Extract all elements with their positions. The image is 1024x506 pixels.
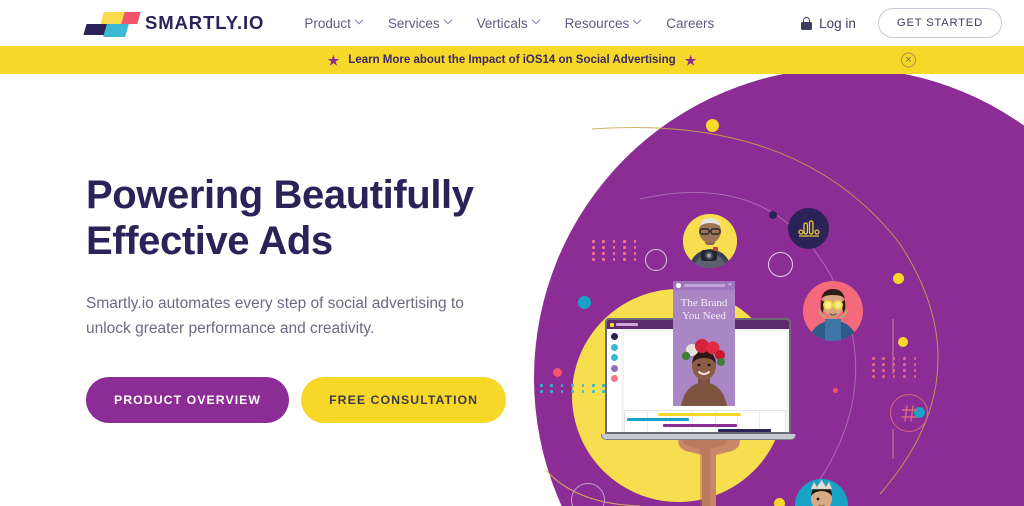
headline-line-1: Powering Beautifully (86, 173, 474, 217)
nav-label: Services (387, 15, 440, 31)
hero-copy: Powering Beautifully Effective Ads Smart… (86, 172, 507, 424)
timeline-bar-cyan (627, 418, 689, 422)
nav-label: Careers (666, 15, 715, 31)
nav-label: Product (304, 15, 351, 31)
bar-chart-badge (788, 208, 829, 249)
get-started-button[interactable]: GET STARTED (877, 8, 1002, 38)
decor-dot-pink-1 (553, 368, 562, 377)
sidebar-icon-2 (610, 343, 618, 351)
logo-shape-cyan (103, 24, 129, 37)
site-header: SMARTLY.IO Product Services Verticals Re… (0, 0, 1024, 46)
login-link[interactable]: Log in (801, 16, 856, 31)
decor-dot-yellow-3 (898, 337, 908, 347)
avatar-woman-lemons (803, 281, 863, 341)
ad-creative-card: ✕ The Brand You Need (673, 281, 735, 406)
logo-shape-pink (121, 12, 141, 24)
hero-subcopy: Smartly.io automates every step of socia… (86, 294, 464, 338)
hashtag-badge (890, 394, 928, 432)
header-actions: Log in GET STARTED (801, 8, 1002, 38)
timeline-bar-purple (662, 423, 738, 427)
dot-grid-cyan (540, 384, 609, 393)
close-icon[interactable]: ✕ (901, 52, 916, 68)
decor-ring-gray-2 (768, 252, 793, 277)
decor-dot-yellow-2 (893, 273, 904, 284)
nav-item-product[interactable]: Product (304, 15, 364, 31)
sidebar-icon-3 (610, 354, 618, 362)
hero-cta-row: PRODUCT OVERVIEW FREE CONSULTATION (86, 377, 507, 424)
hero-section: ✕ The Brand You Need Powering Beautifull… (0, 74, 1024, 506)
laptop-base (601, 434, 796, 440)
ad-header-line (684, 284, 725, 287)
promo-banner-text: Learn More about the Impact of iOS14 on … (348, 54, 676, 66)
ad-card-header: ✕ (673, 281, 735, 290)
timeline-bar-navy (717, 429, 772, 432)
decor-dot-navy-1 (769, 211, 777, 219)
dot-grid-pink-right (872, 357, 921, 378)
ad-avatar-dot (676, 283, 681, 288)
chevron-down-icon (531, 15, 540, 25)
login-label: Log in (819, 15, 856, 31)
smartly-logo-icon (83, 9, 141, 37)
nav-item-verticals[interactable]: Verticals (476, 15, 540, 31)
product-overview-button[interactable]: PRODUCT OVERVIEW (86, 377, 290, 424)
ad-close-icon: ✕ (727, 282, 732, 288)
star-icon-left: ★ (327, 52, 340, 68)
promo-banner-link[interactable]: ★ Learn More about the Impact of iOS14 o… (328, 54, 697, 67)
ad-card-title: The Brand You Need (680, 297, 728, 323)
headline-line-2: Effective Ads (86, 219, 333, 264)
chevron-down-icon (443, 15, 452, 25)
page-root: SMARTLY.IO Product Services Verticals Re… (0, 0, 1024, 506)
nav-item-resources[interactable]: Resources (564, 15, 642, 31)
editor-sidebar (607, 329, 621, 432)
star-icon-right: ★ (684, 52, 697, 68)
decor-dot-yellow-4 (774, 498, 785, 506)
decor-dot-yellow-1 (706, 119, 719, 132)
sidebar-icon-4 (610, 364, 618, 372)
hashtag-icon (900, 404, 917, 422)
sidebar-icon-5 (610, 375, 618, 383)
page-title: Powering Beautifully Effective Ads (86, 172, 506, 265)
main-nav: Product Services Verticals Resources Car… (304, 16, 714, 31)
avatar-man-camera (683, 214, 737, 268)
chevron-down-icon (632, 15, 642, 25)
editor-timeline (624, 410, 786, 432)
free-consultation-button[interactable]: FREE CONSULTATION (301, 377, 507, 424)
bar-chart-icon (797, 219, 820, 237)
nav-item-services[interactable]: Services (387, 15, 452, 31)
nav-label: Verticals (476, 15, 528, 31)
decor-dot-pink-2 (833, 388, 838, 393)
logo-text: SMARTLY.IO (145, 12, 265, 33)
nav-label: Resources (564, 15, 630, 31)
decor-ring-gray-1 (645, 249, 667, 271)
sidebar-icon-1 (610, 333, 618, 340)
chevron-down-icon (354, 15, 364, 25)
decor-dot-cyan-1 (578, 296, 591, 309)
dot-grid-pink (592, 240, 641, 261)
ad-card-photo (673, 334, 735, 406)
nav-item-careers[interactable]: Careers (666, 16, 714, 31)
logo[interactable]: SMARTLY.IO (83, 9, 265, 37)
timeline-bar-yellow (658, 413, 741, 417)
promo-banner: ★ Learn More about the Impact of iOS14 o… (0, 46, 1024, 74)
lock-icon (801, 16, 813, 30)
